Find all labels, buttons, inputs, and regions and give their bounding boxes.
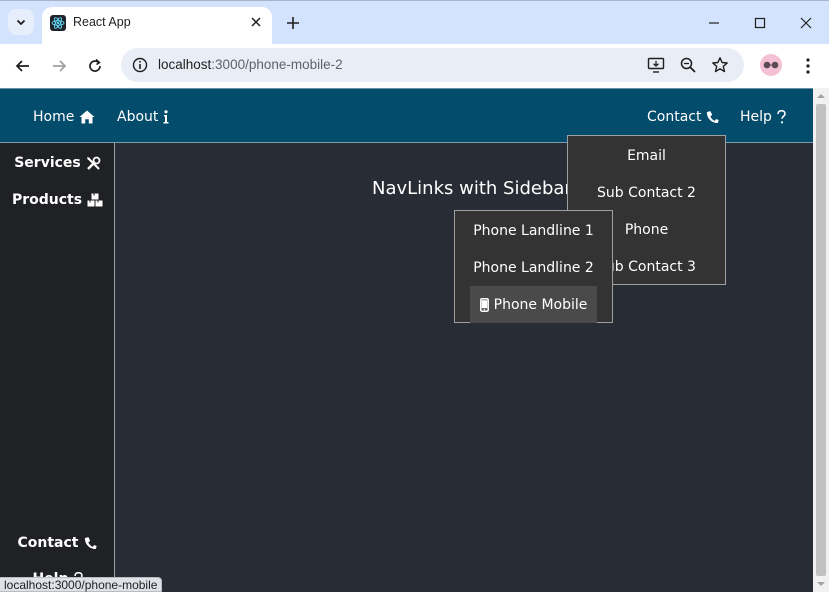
nav-help-label: Help (740, 109, 772, 125)
zoom-button[interactable] (678, 55, 698, 75)
question-icon (777, 110, 786, 124)
status-url: localhost:3000/phone-mobile (0, 577, 163, 592)
url-path: :3000/phone-mobile-2 (211, 57, 343, 72)
page-content: Home About Contact Help Services Product… (0, 88, 813, 592)
site-info-button[interactable] (130, 55, 150, 75)
profile-icon (763, 61, 779, 69)
info-i-icon (163, 110, 169, 124)
contact-menu-item[interactable]: Email (568, 148, 725, 164)
react-icon (50, 15, 66, 31)
tab-strip: React App (0, 0, 829, 45)
boxes-icon (87, 193, 103, 207)
sidebar-item-label: Products (11, 192, 83, 208)
phone-menu-item-label: Phone Mobile (493, 296, 588, 313)
plus-icon (287, 17, 299, 29)
maximize-button[interactable] (747, 10, 773, 36)
contact-menu-item[interactable]: Sub Contact 2 (568, 185, 725, 201)
close-icon (800, 17, 812, 29)
page-scrollbar[interactable] (813, 88, 829, 592)
phone-icon (84, 537, 97, 549)
close-window-button[interactable] (793, 10, 819, 36)
back-button[interactable] (11, 54, 35, 78)
scroll-up-icon[interactable] (817, 92, 825, 100)
url-host: localhost (158, 57, 212, 72)
profile-button[interactable] (760, 54, 782, 76)
address-bar[interactable]: localhost:3000/phone-mobile-2 (121, 48, 744, 82)
nav-contact-link[interactable]: Contact (647, 109, 720, 125)
phone-menu-item-active[interactable]: Phone Mobile (470, 286, 597, 323)
browser-tab[interactable]: React App (42, 7, 272, 45)
nav-about-label: About (117, 109, 159, 125)
phone-menu-item[interactable]: Phone Landline 1 (455, 223, 612, 239)
tab-close-button[interactable] (248, 14, 264, 30)
minimize-icon (709, 22, 719, 24)
home-icon (79, 110, 95, 124)
phone-icon (707, 111, 720, 123)
browser-toolbar: localhost:3000/phone-mobile-2 (0, 44, 829, 88)
maximize-icon (754, 17, 766, 29)
info-icon (132, 57, 148, 73)
sidebar-item-products[interactable]: Products (0, 192, 115, 208)
nav-home-link[interactable]: Home (33, 109, 95, 125)
nav-about-link[interactable]: About (117, 109, 169, 125)
scroll-thumb[interactable] (816, 104, 826, 576)
sidebar-item-label: Contact (17, 535, 79, 551)
nav-help-link[interactable]: Help (740, 109, 786, 125)
phone-submenu: Phone Landline 1 Phone Landline 2 Phone … (454, 210, 613, 323)
tools-icon (86, 156, 101, 170)
chevron-down-icon (16, 19, 26, 26)
back-icon (15, 60, 29, 72)
sidebar: Services Products Contact Help (0, 143, 115, 592)
new-tab-button[interactable] (282, 12, 304, 34)
bookmark-button[interactable] (710, 55, 730, 75)
page-title: NavLinks with Sidebar (372, 178, 572, 199)
reload-button[interactable] (83, 54, 107, 78)
forward-button[interactable] (47, 54, 71, 78)
minimize-button[interactable] (701, 10, 727, 36)
sidebar-item-contact[interactable]: Contact (0, 535, 115, 551)
nav-home-label: Home (33, 109, 75, 125)
nav-contact-label: Contact (647, 109, 702, 125)
more-icon (806, 58, 810, 74)
browser-menu-button[interactable] (798, 54, 818, 78)
install-app-button[interactable] (646, 55, 666, 75)
scroll-down-icon[interactable] (817, 580, 825, 588)
url-text: localhost:3000/phone-mobile-2 (158, 57, 343, 72)
star-icon (712, 57, 728, 73)
phone-menu-item[interactable]: Phone Landline 2 (455, 260, 612, 276)
sidebar-item-label: Services (14, 155, 81, 171)
tab-title: React App (73, 15, 131, 29)
zoom-icon (680, 57, 696, 73)
close-icon (251, 17, 261, 27)
reload-icon (89, 58, 101, 72)
sidebar-item-services[interactable]: Services (0, 155, 115, 171)
mobile-icon (479, 297, 489, 312)
tab-search-button[interactable] (8, 9, 34, 35)
install-icon (647, 57, 665, 73)
forward-icon (53, 60, 67, 72)
